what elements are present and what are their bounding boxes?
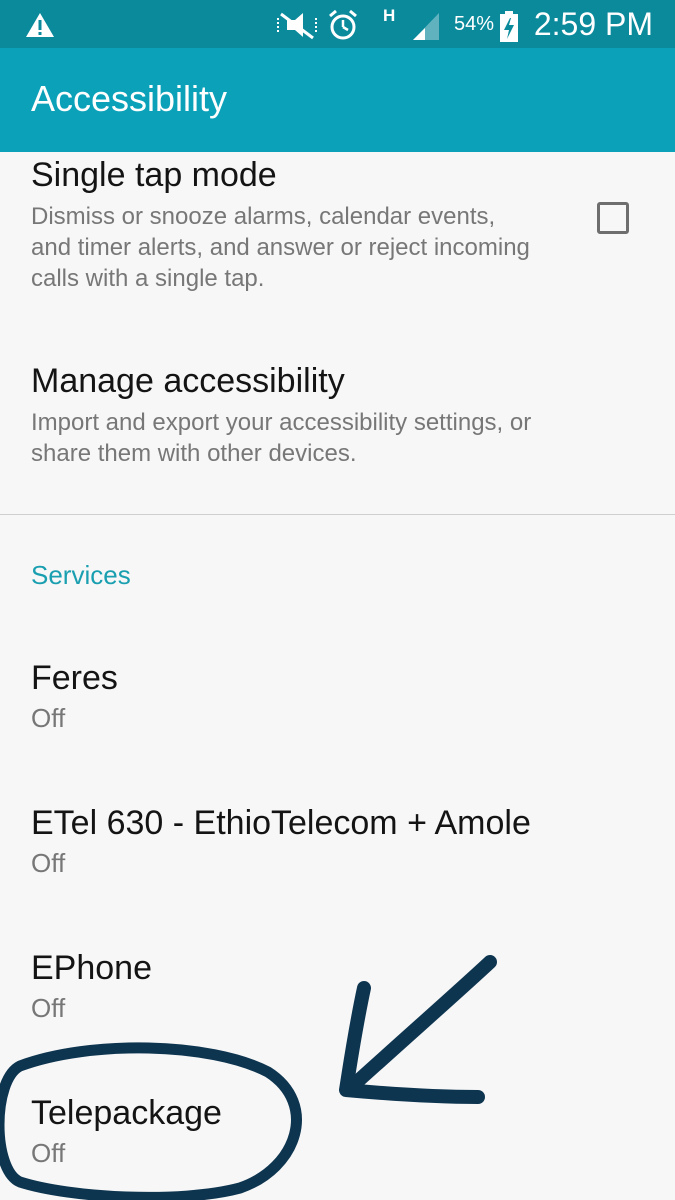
- setting-description-line: calls with a single tap.: [31, 265, 265, 292]
- service-status: Off: [31, 993, 66, 1023]
- signal-icon: [413, 13, 439, 40]
- service-status: Off: [31, 848, 66, 878]
- services-header: Services: [31, 560, 131, 590]
- battery-percent: 54%: [454, 13, 495, 35]
- service-status: Off: [31, 703, 66, 733]
- service-name: EPhone: [31, 949, 152, 987]
- battery-charging-icon: [500, 11, 518, 42]
- warning-icon: [26, 13, 54, 37]
- alarm-icon: [329, 9, 357, 40]
- single-tap-mode-checkbox[interactable]: [597, 202, 629, 234]
- setting-description-line: Dismiss or snooze alarms, calendar event…: [31, 203, 496, 230]
- divider: [0, 514, 675, 515]
- service-name: Telepackage: [31, 1094, 222, 1132]
- setting-description-line: and timer alerts, and answer or reject i…: [31, 234, 530, 261]
- setting-description-line: Import and export your accessibility set…: [31, 409, 532, 436]
- setting-title: Single tap mode: [31, 156, 277, 194]
- service-status: Off: [31, 1138, 66, 1168]
- status-bar: H 54% 2:59 PM: [0, 0, 675, 48]
- annotation-arrow-shaft: [341, 955, 497, 1097]
- service-name: ETel 630 - EthioTelecom + Amole: [31, 804, 531, 842]
- network-type: H: [383, 6, 396, 25]
- setting-title: Manage accessibility: [31, 362, 345, 400]
- annotation-arrow-head: [339, 981, 485, 1104]
- setting-description-line: share them with other devices.: [31, 440, 357, 467]
- status-clock: 2:59 PM: [533, 6, 653, 42]
- mute-icon: [277, 12, 317, 40]
- page-title: Accessibility: [31, 78, 228, 119]
- app-bar: Accessibility: [0, 48, 675, 152]
- service-name: Feres: [31, 659, 118, 697]
